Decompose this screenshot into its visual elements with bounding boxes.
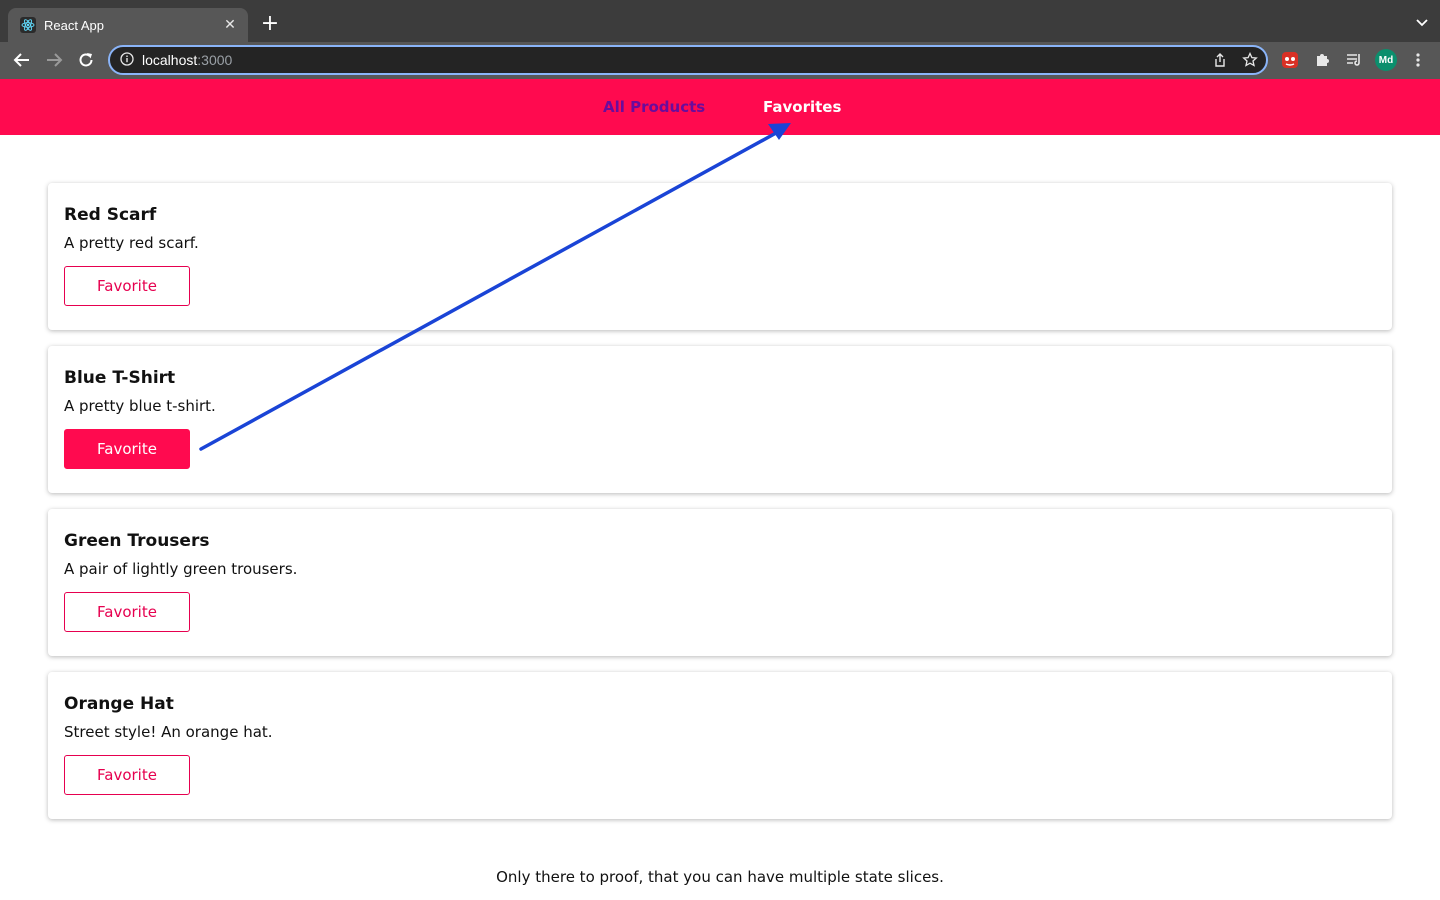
browser-tab-strip: React App ✕ + (0, 0, 1440, 42)
reading-list-icon[interactable] (1343, 49, 1365, 71)
product-card-green-trousers: Green Trousers A pair of lightly green t… (48, 509, 1392, 656)
react-logo-icon (20, 17, 36, 33)
product-title: Red Scarf (64, 205, 157, 225)
extensions-puzzle-icon[interactable] (1311, 49, 1333, 71)
browser-toolbar: localhost:3000 Md (0, 42, 1440, 79)
url-port: :3000 (197, 52, 233, 68)
product-title: Orange Hat (64, 694, 174, 714)
favorite-button[interactable]: Favorite (64, 755, 190, 795)
product-card-blue-t-shirt: Blue T-Shirt A pretty blue t-shirt. Favo… (48, 346, 1392, 493)
new-tab-button[interactable]: + (258, 12, 282, 36)
devtools-extension-icon[interactable] (1279, 49, 1301, 71)
forward-arrow-icon[interactable] (42, 48, 66, 72)
profile-avatar[interactable]: Md (1375, 49, 1397, 71)
back-arrow-icon[interactable] (10, 48, 34, 72)
favorite-button-active[interactable]: Favorite (64, 429, 190, 469)
product-description: Street style! An orange hat. (64, 723, 273, 741)
product-card-red-scarf: Red Scarf A pretty red scarf. Favorite (48, 183, 1392, 330)
favorite-button[interactable]: Favorite (64, 592, 190, 632)
reload-icon[interactable] (74, 48, 98, 72)
bookmark-star-icon[interactable] (1242, 51, 1258, 72)
product-description: A pretty red scarf. (64, 234, 199, 252)
address-bar[interactable]: localhost:3000 (108, 45, 1268, 75)
nav-all-products[interactable]: All Products (603, 98, 705, 116)
site-info-icon[interactable] (120, 51, 134, 70)
app-header: All Products Favorites (0, 79, 1440, 135)
product-title: Blue T-Shirt (64, 368, 176, 388)
footer-note: Only there to proof, that you can have m… (496, 868, 944, 886)
tab-title: React App (44, 17, 104, 33)
product-title: Green Trousers (64, 531, 210, 551)
share-icon[interactable] (1212, 52, 1228, 72)
product-description: A pretty blue t-shirt. (64, 397, 216, 415)
tab-search-chevron-icon[interactable] (1414, 14, 1430, 30)
product-description: A pair of lightly green trousers. (64, 560, 298, 578)
close-tab-icon[interactable]: ✕ (222, 17, 238, 33)
url-host: localhost (142, 52, 198, 68)
browser-menu-icon[interactable] (1407, 49, 1429, 71)
nav-favorites[interactable]: Favorites (763, 98, 841, 116)
product-card-orange-hat: Orange Hat Street style! An orange hat. … (48, 672, 1392, 819)
favorite-button[interactable]: Favorite (64, 266, 190, 306)
browser-tab[interactable]: React App ✕ (8, 8, 248, 42)
